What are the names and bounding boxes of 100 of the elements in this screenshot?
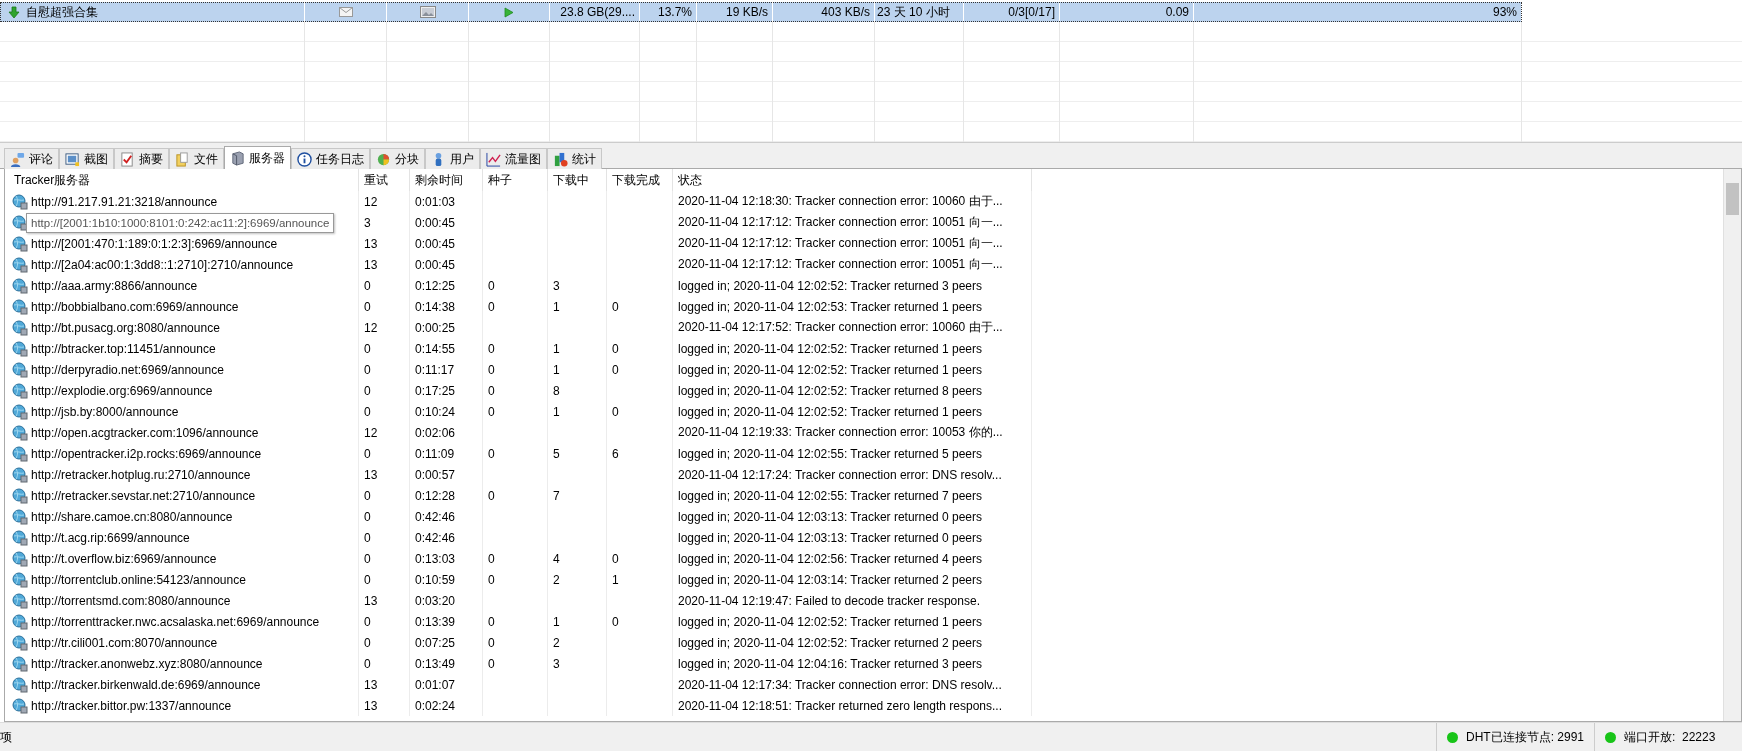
column-header[interactable]: 重试 bbox=[359, 169, 410, 191]
downloading-cell: 4 bbox=[553, 551, 560, 566]
scrollbar[interactable] bbox=[1723, 169, 1741, 721]
column-header[interactable]: 种子 bbox=[483, 169, 548, 191]
tab[interactable]: 用户 bbox=[425, 148, 480, 169]
completed-cell: 0 bbox=[612, 614, 619, 629]
remaining-time-cell: 0:07:25 bbox=[415, 635, 456, 650]
tracker-url: http://91.217.91.21:3218/announce bbox=[31, 194, 218, 209]
status-cell: logged in; 2020-11-04 12:02:55: Tracker returned 5 peers bbox=[678, 446, 982, 461]
globe-server-icon bbox=[12, 634, 28, 651]
status-cell: logged in; 2020-11-04 12:02:52: Tracker returned 3 peers bbox=[678, 278, 982, 293]
task-row[interactable]: 自慰超强合集 23.8 GB(29.... 13.7% 19 KB/s 403 KB/s 23 天 10 小时 0/3[0/17] 0.09 93% bbox=[0, 2, 1522, 22]
tracker-url: http://tracker.anonwebz.xyz:8080/announce bbox=[31, 656, 263, 671]
seeds-cell: 0 bbox=[488, 362, 495, 377]
globe-server-icon bbox=[12, 676, 28, 693]
tracker-url: http://bt.pusacg.org:8080/announce bbox=[31, 320, 220, 335]
tab[interactable]: 服务器 bbox=[224, 146, 291, 169]
status-cell: logged in; 2020-11-04 12:02:56: Tracker returned 4 peers bbox=[678, 551, 982, 566]
tab[interactable]: 文件 bbox=[169, 148, 224, 169]
status-text: DHT已连接节点: 2991 bbox=[1465, 728, 1584, 746]
status-cell: 2020-11-04 12:19:47: Failed to decode tracker response. bbox=[678, 593, 980, 608]
retry-cell: 12 bbox=[364, 194, 378, 209]
downloading-cell: 3 bbox=[553, 656, 560, 671]
column-header[interactable]: 下载中 bbox=[548, 169, 607, 191]
tracker-url: http://retracker.hotplug.ru:2710/announce bbox=[31, 467, 251, 482]
seeds-cell: 0 bbox=[488, 299, 495, 314]
retry-cell: 0 bbox=[364, 488, 371, 503]
retry-cell: 0 bbox=[364, 299, 371, 314]
completed-cell: 0 bbox=[612, 404, 619, 419]
downloading-cell: 5 bbox=[553, 446, 560, 461]
tracker-url: http://aaa.army:8866/announce bbox=[31, 278, 198, 293]
seeds-cell: 0 bbox=[488, 341, 495, 356]
retry-cell: 0 bbox=[364, 656, 371, 671]
status-cell: logged in; 2020-11-04 12:02:52: Tracker returned 2 peers bbox=[678, 635, 982, 650]
tracker-url: http://share.camoe.cn:8080/announce bbox=[31, 509, 233, 524]
tab[interactable]: 统计 bbox=[547, 148, 602, 169]
seeds-cell: 0 bbox=[488, 572, 495, 587]
retry-cell: 13 bbox=[364, 236, 378, 251]
completed-cell: 0 bbox=[612, 362, 619, 377]
seeds-cell: 0 bbox=[488, 404, 495, 419]
downloading-cell: 1 bbox=[553, 362, 560, 377]
remaining-time-cell: 0:10:59 bbox=[415, 572, 456, 587]
tab[interactable]: 任务日志 bbox=[291, 148, 370, 169]
retry-cell: 0 bbox=[364, 404, 371, 419]
remaining-time-cell: 0:12:28 bbox=[415, 488, 456, 503]
globe-server-icon bbox=[12, 592, 28, 609]
tab[interactable]: 截图 bbox=[59, 148, 114, 169]
retry-cell: 12 bbox=[364, 425, 378, 440]
tab[interactable]: 评论 bbox=[4, 148, 59, 169]
tracker-url: http://retracker.sevstar.net:2710/announce bbox=[31, 488, 256, 503]
globe-server-icon bbox=[12, 361, 28, 378]
tracker-url: http://btracker.top:11451/announce bbox=[31, 341, 216, 356]
downloading-cell: 1 bbox=[553, 341, 560, 356]
statistics-icon bbox=[553, 151, 568, 167]
tracker-url: http://opentracker.i2p.rocks:6969/announce bbox=[31, 446, 262, 461]
tab[interactable]: 流量图 bbox=[480, 148, 547, 169]
status-cell: logged in; 2020-11-04 12:02:52: Tracker returned 1 peers bbox=[678, 341, 982, 356]
remaining-time-cell: 0:02:06 bbox=[415, 425, 456, 440]
ratio-text: 0.09 bbox=[1165, 5, 1189, 19]
status-text: 项 bbox=[0, 728, 12, 746]
globe-server-icon bbox=[12, 340, 28, 357]
tracker-url: http://t.overflow.biz:6969/announce bbox=[31, 551, 217, 566]
column-header[interactable]: Tracker服务器 bbox=[9, 169, 359, 191]
tab[interactable]: 分块 bbox=[370, 148, 425, 169]
tab[interactable]: 摘要 bbox=[114, 148, 169, 169]
status-cell: logged in; 2020-11-04 12:02:55: Tracker returned 7 peers bbox=[678, 488, 982, 503]
retry-cell: 0 bbox=[364, 635, 371, 650]
status-cell: logged in; 2020-11-04 12:02:52: Tracker returned 1 peers bbox=[678, 614, 982, 629]
tracker-url: http://torrentsmd.com:8080/announce bbox=[31, 593, 231, 608]
downloading-cell: 2 bbox=[553, 635, 560, 650]
column-header[interactable]: 状态 bbox=[673, 169, 1032, 191]
globe-server-icon bbox=[12, 277, 28, 294]
status-cell: 2020-11-04 12:18:51: Tracker returned zero length respons... bbox=[678, 698, 1002, 713]
download-speed-text: 19 KB/s bbox=[725, 5, 768, 19]
column-header[interactable]: 剩余时间 bbox=[410, 169, 483, 191]
progress-text: 93% bbox=[1492, 5, 1517, 19]
retry-cell: 0 bbox=[364, 341, 371, 356]
tracker-url: http://torrenttracker.nwc.acsalaska.net:6969/announce bbox=[31, 614, 320, 629]
globe-server-icon bbox=[12, 445, 28, 462]
completed-cell: 0 bbox=[612, 551, 619, 566]
status-cell: logged in; 2020-11-04 12:02:52: Tracker returned 1 peers bbox=[678, 362, 982, 377]
scroll-thumb[interactable] bbox=[1726, 183, 1739, 215]
remaining-time-cell: 0:13:39 bbox=[415, 614, 456, 629]
status-cell: logged in; 2020-11-04 12:03:13: Tracker returned 0 peers bbox=[678, 530, 982, 545]
tracker-url: http://tr.cili001.com:8070/announce bbox=[31, 635, 218, 650]
globe-server-icon bbox=[12, 550, 28, 567]
tracker-url: http://jsb.by:8000/announce bbox=[31, 404, 179, 419]
retry-cell: 0 bbox=[364, 509, 371, 524]
status-cell: 2020-11-04 12:17:12: Tracker connection error: 10051 向一... bbox=[678, 214, 1003, 231]
tracker-url: http://[2a04:ac00:1:3dd8::1:2710]:2710/announce bbox=[31, 257, 294, 272]
retry-cell: 0 bbox=[364, 530, 371, 545]
remaining-time-cell: 0:03:20 bbox=[415, 593, 456, 608]
down-arrow-icon bbox=[8, 5, 20, 19]
downloading-cell: 3 bbox=[553, 278, 560, 293]
seeds-cell: 0 bbox=[488, 614, 495, 629]
completed-cell: 0 bbox=[612, 299, 619, 314]
column-header[interactable]: 下载完成 bbox=[607, 169, 673, 191]
globe-server-icon bbox=[12, 403, 28, 420]
checklist-icon bbox=[120, 151, 135, 167]
retry-cell: 13 bbox=[364, 257, 378, 272]
